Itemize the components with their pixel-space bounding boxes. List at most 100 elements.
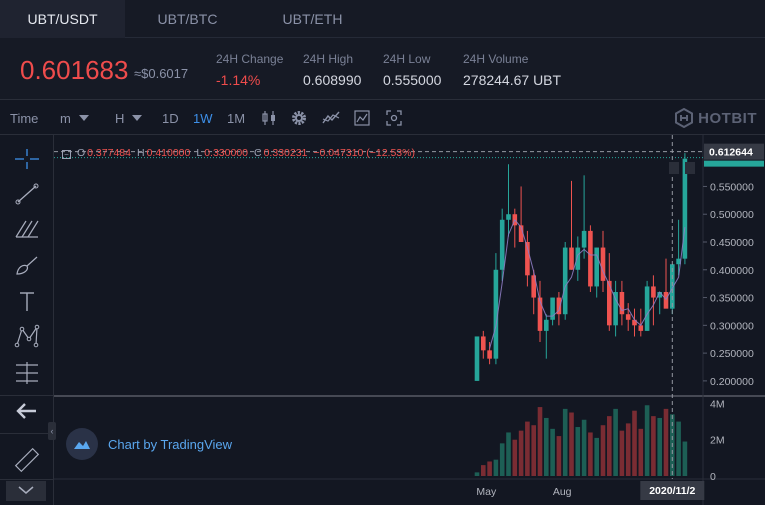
toolbar-divider <box>0 395 54 396</box>
trendline-icon[interactable] <box>12 180 42 208</box>
volume-bar <box>499 443 505 476</box>
volume-axis-tick-label: 2M <box>710 435 725 447</box>
volume-bar <box>569 412 574 476</box>
stat-24h-low: 24H Low 0.555000 <box>383 52 441 88</box>
stat-label: 24H Low <box>383 52 431 66</box>
candle-body <box>499 219 505 270</box>
stat-label: 24H Volume <box>463 52 529 66</box>
scroll-button <box>669 162 679 174</box>
legend-l-label: L <box>196 147 203 159</box>
ohlc-legend: − O 0.377484 H 0.410000 L 0.330000 C 0.330231 −0.… <box>62 147 421 159</box>
volume-bar <box>537 407 543 476</box>
price-axis-tick-label: 0.400000 <box>710 265 754 277</box>
settings-gear-icon[interactable] <box>290 109 308 127</box>
candle-body <box>487 350 492 359</box>
volume-bar <box>676 421 681 476</box>
volume-bar <box>562 408 568 476</box>
toolbar-divider <box>0 433 54 434</box>
candle-body <box>474 336 480 381</box>
candle-body <box>625 314 631 320</box>
volume-bar <box>625 423 631 476</box>
interval-1w[interactable]: 1W <box>193 111 213 126</box>
volume-bar <box>550 428 555 476</box>
volume-bar <box>575 427 581 476</box>
candle-body <box>544 319 549 331</box>
volume-bar <box>613 408 618 476</box>
stat-value: 0.608990 <box>303 72 362 88</box>
volume-bar <box>594 437 599 476</box>
stat-24h-volume: 24H Volume 278244.67 UBT <box>463 52 561 88</box>
legend-change: −0.047310 (−12.53%) <box>313 147 415 159</box>
pattern-icon[interactable] <box>12 323 42 351</box>
volume-bar <box>632 410 637 476</box>
collapse-down-icon[interactable] <box>6 479 46 501</box>
crosshair-date-label: 2020/11/2 <box>649 485 695 497</box>
hotbit-logo-icon <box>675 108 694 128</box>
legend-o-label: O <box>77 147 86 159</box>
interval-1d[interactable]: 1D <box>162 111 179 126</box>
chart-toolbar: Time m H 1D 1W 1M HOTBIT <box>0 101 765 135</box>
candle-body <box>613 292 618 326</box>
legend-c-label: C <box>254 147 262 159</box>
tab-ubt-btc[interactable]: UBT/BTC <box>125 0 250 38</box>
screenshot-icon[interactable] <box>385 109 403 127</box>
stat-value: -1.14% <box>216 72 261 88</box>
time-axis-tick-label: Aug <box>553 486 572 498</box>
candle-body <box>651 286 656 298</box>
back-arrow-icon[interactable] <box>12 397 42 425</box>
tab-ubt-usdt[interactable]: UBT/USDT <box>0 0 125 38</box>
fib-retracement-icon[interactable] <box>12 215 42 243</box>
volume-bar <box>556 436 562 476</box>
candle-body <box>569 247 574 270</box>
stat-value: 278244.67 UBT <box>463 72 562 88</box>
tradingview-attribution[interactable]: Chart by TradingView <box>66 428 232 460</box>
chevron-down-icon <box>78 115 89 121</box>
volume-bar <box>581 419 587 476</box>
attribution-text: Chart by TradingView <box>108 436 233 452</box>
indicators-icon[interactable] <box>322 109 340 127</box>
volume-bar <box>531 425 536 476</box>
candle-body <box>581 230 587 248</box>
usd-approx: ≈$0.6017 <box>134 66 189 81</box>
interval-1m[interactable]: 1M <box>227 111 245 126</box>
last-price-marker <box>704 160 764 167</box>
time-axis-tick-label: May <box>476 486 497 498</box>
volume-bar <box>481 465 486 476</box>
measure-icon[interactable] <box>12 359 42 387</box>
stat-label: 24H High <box>303 52 354 66</box>
stat-24h-high: 24H High 0.608990 <box>303 52 361 88</box>
volume-bar <box>512 439 518 476</box>
legend-high: 0.410000 <box>146 147 191 159</box>
price-chart[interactable]: 0.550000 0.500000 0.450000 0.400000 0.350000… <box>54 135 765 505</box>
volume-axis-tick-label: 4M <box>710 398 725 410</box>
crosshair-icon[interactable] <box>12 145 42 173</box>
volume-axis-tick-label: 0 <box>710 471 716 483</box>
scroll-button <box>685 162 695 174</box>
legend-low: 0.330000 <box>204 147 248 159</box>
last-price: 0.601683 <box>20 55 129 85</box>
volume-bar <box>638 428 644 476</box>
chevron-down-icon <box>132 115 143 121</box>
tab-ubt-eth[interactable]: UBT/ETH <box>250 0 375 38</box>
time-label: Time <box>10 111 39 126</box>
volume-bar <box>487 461 492 476</box>
collapse-legend-icon[interactable]: − <box>62 150 71 159</box>
text-icon[interactable] <box>12 288 42 316</box>
volume-bar <box>663 408 669 476</box>
volume-bar <box>525 421 530 476</box>
candlestick-icon[interactable] <box>260 109 278 127</box>
legend-h-label: H <box>136 147 145 159</box>
volume-bar <box>474 472 480 476</box>
candle-body <box>594 247 599 287</box>
brush-icon[interactable] <box>12 252 42 280</box>
hour-interval-dropdown[interactable]: H <box>115 111 143 126</box>
candle-body <box>506 214 511 220</box>
drawing-toolbar: ‹ <box>0 135 56 505</box>
minute-label: m <box>60 111 71 126</box>
compare-icon[interactable] <box>353 109 371 127</box>
tradingview-logo-icon <box>66 428 98 460</box>
candle-body <box>638 325 644 331</box>
price-axis-tick-label: 0.300000 <box>710 320 754 332</box>
ruler-icon[interactable] <box>12 446 42 474</box>
minute-interval-dropdown[interactable]: m <box>60 111 89 126</box>
